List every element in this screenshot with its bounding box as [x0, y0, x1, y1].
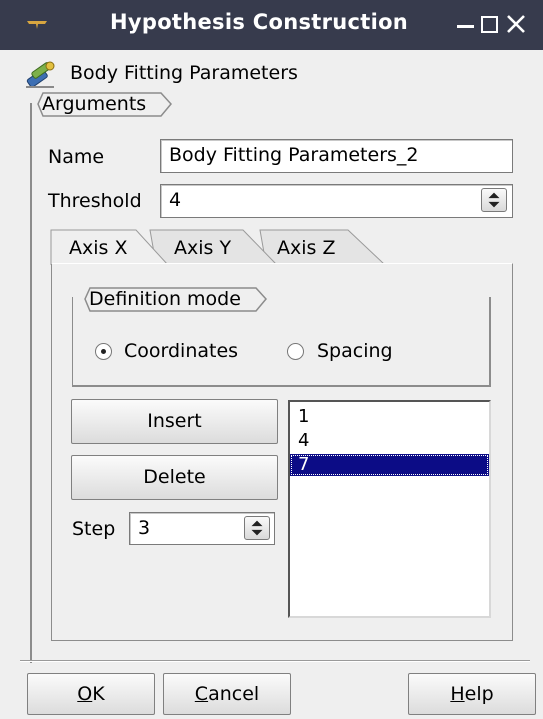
help-button[interactable]: Help	[408, 673, 536, 715]
minimize-icon[interactable]	[455, 13, 477, 35]
coordinates-list[interactable]: 1 4 7	[288, 400, 491, 618]
step-spin-arrows-icon[interactable]	[244, 516, 270, 540]
window-titlebar: Hypothesis Construction	[0, 0, 543, 50]
cancel-button[interactable]: Cancel	[163, 673, 291, 715]
close-icon[interactable]	[505, 13, 527, 35]
threshold-label: Threshold	[48, 190, 142, 212]
tab-axis-y-label: Axis Y	[174, 237, 232, 259]
help-mnemonic: H	[450, 683, 465, 705]
help-label-rest: elp	[464, 683, 494, 705]
tab-axis-x[interactable]: Axis X	[51, 228, 151, 266]
tab-axis-z-label: Axis Z	[277, 237, 336, 259]
tab-axis-y[interactable]: Axis Y	[155, 228, 255, 266]
insert-button[interactable]: Insert	[71, 399, 278, 444]
tab-axis-z[interactable]: Axis Z	[262, 228, 362, 266]
maximize-icon[interactable]	[479, 13, 501, 35]
tab-axis-x-label: Axis X	[69, 237, 128, 259]
hypothesis-wrench-icon	[26, 61, 55, 88]
coordinates-radio-label[interactable]: Coordinates	[124, 340, 238, 362]
ok-label-rest: K	[92, 683, 105, 705]
threshold-spin-arrows-icon[interactable]	[481, 188, 507, 212]
coordinates-radio[interactable]	[95, 343, 112, 360]
ok-button[interactable]: OK	[27, 673, 155, 715]
name-label: Name	[48, 146, 105, 168]
cancel-mnemonic: C	[194, 683, 209, 705]
list-item-selected[interactable]: 7	[290, 454, 489, 476]
list-item[interactable]: 1	[290, 406, 489, 428]
window-title: Hypothesis Construction	[110, 10, 409, 34]
delete-button[interactable]: Delete	[71, 455, 278, 500]
threshold-spinbox[interactable]: 4	[160, 184, 513, 218]
step-label: Step	[72, 518, 116, 540]
definition-mode-label: Definition mode	[89, 288, 241, 310]
app-menu-icon[interactable]	[26, 20, 48, 30]
footer-separator	[20, 660, 530, 662]
spacing-radio[interactable]	[287, 343, 304, 360]
ok-mnemonic: O	[77, 683, 93, 705]
cancel-label-rest: ancel	[208, 683, 260, 705]
name-input[interactable]: Body Fitting Parameters_2	[160, 139, 513, 173]
spacing-radio-label[interactable]: Spacing	[317, 340, 393, 362]
arguments-group-label: Arguments	[42, 93, 147, 115]
hypothesis-type-title: Body Fitting Parameters	[70, 62, 298, 84]
list-item[interactable]: 4	[290, 430, 489, 452]
